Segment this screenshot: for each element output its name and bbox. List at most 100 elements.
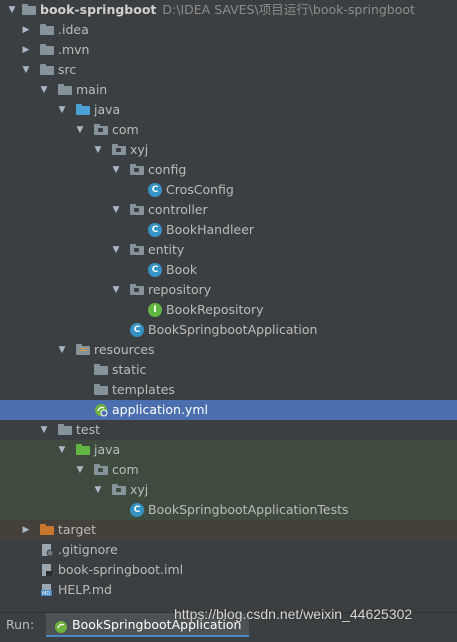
tree-row-src[interactable]: ▼ src <box>0 60 457 80</box>
tree-row-com-main[interactable]: ▼ com <box>0 120 457 140</box>
tree-label-iml: book-springboot.iml <box>58 562 184 577</box>
tree-label-cros-config: CrosConfig <box>166 182 234 197</box>
chevron-down-icon[interactable]: ▼ <box>56 340 68 360</box>
tree-row-book-handler[interactable]: C BookHandleer <box>0 220 457 240</box>
tree-row-application-yml[interactable]: application.yml <box>0 400 457 420</box>
chevron-right-icon[interactable]: ▶ <box>20 520 32 540</box>
tree-label-com-main: com <box>112 122 139 137</box>
tree-label-static: static <box>112 362 147 377</box>
tree-row-static[interactable]: static <box>0 360 457 380</box>
tree-row-main[interactable]: ▼ main <box>0 80 457 100</box>
tree-row-idea[interactable]: ▶ .idea <box>0 20 457 40</box>
chevron-right-icon[interactable]: ▶ <box>20 20 32 40</box>
folder-icon <box>58 424 72 435</box>
run-label: Run: <box>6 617 35 632</box>
tree-row-java-test[interactable]: ▼ java <box>0 440 457 460</box>
chevron-down-icon[interactable]: ▼ <box>74 120 86 140</box>
package-icon <box>112 144 126 155</box>
class-icon: C <box>148 183 162 197</box>
package-icon <box>130 244 144 255</box>
chevron-down-icon[interactable]: ▼ <box>92 480 104 500</box>
chevron-down-icon[interactable]: ▼ <box>56 100 68 120</box>
tree-row-templates[interactable]: templates <box>0 380 457 400</box>
tree-row-target[interactable]: ▶ target <box>0 520 457 540</box>
tree-row-xyj-main[interactable]: ▼ xyj <box>0 140 457 160</box>
tree-label-xyj-main: xyj <box>130 142 149 157</box>
chevron-down-icon[interactable]: ▼ <box>74 460 86 480</box>
chevron-right-icon[interactable]: ▶ <box>20 40 32 60</box>
tree-label-idea: .idea <box>58 22 89 37</box>
chevron-down-icon[interactable]: ▼ <box>92 140 104 160</box>
tree-label-src: src <box>58 62 77 77</box>
tree-row-cros-config[interactable]: C CrosConfig <box>0 180 457 200</box>
module-folder-icon <box>22 4 36 15</box>
tree-label-app-class: BookSpringbootApplication <box>148 322 318 337</box>
chevron-down-icon[interactable]: ▼ <box>6 0 18 20</box>
tree-label-help: HELP.md <box>58 582 112 597</box>
tree-label-main: main <box>76 82 108 97</box>
tree-row-help[interactable]: MD HELP.md <box>0 580 457 600</box>
interface-icon: I <box>148 303 162 317</box>
tree-label-com-test: com <box>112 462 139 477</box>
package-icon <box>112 484 126 495</box>
tree-row-xyj-test[interactable]: ▼ xyj <box>0 480 457 500</box>
folder-icon <box>40 44 54 55</box>
tree-row-book-repository[interactable]: I BookRepository <box>0 300 457 320</box>
excluded-folder-icon <box>40 524 54 535</box>
folder-icon <box>94 364 108 375</box>
tree-row-mvn[interactable]: ▶ .mvn <box>0 40 457 60</box>
chevron-down-icon[interactable]: ▼ <box>56 440 68 460</box>
tree-label-gitignore: .gitignore <box>58 542 118 557</box>
markdown-file-icon: MD <box>40 583 54 597</box>
project-path: D:\IDEA SAVES\项目运行\book-springboot <box>162 2 415 17</box>
package-icon <box>130 164 144 175</box>
tree-label-java-test: java <box>94 442 121 457</box>
tree-label-app-tests: BookSpringbootApplicationTests <box>148 502 349 517</box>
chevron-down-icon[interactable]: ▼ <box>20 60 32 80</box>
tree-label-book-repository: BookRepository <box>166 302 264 317</box>
tree-row-com-test[interactable]: ▼ com <box>0 460 457 480</box>
tree-row-config[interactable]: ▼ config <box>0 160 457 180</box>
tree-label-resources: resources <box>94 342 155 357</box>
tree-row-controller[interactable]: ▼ controller <box>0 200 457 220</box>
module-file-icon <box>40 563 54 577</box>
folder-icon <box>58 84 72 95</box>
tree-label-repository: repository <box>148 282 212 297</box>
tree-label-entity: entity <box>148 242 185 257</box>
tree-row-java-main[interactable]: ▼ java <box>0 100 457 120</box>
tree-row-app-tests[interactable]: C BookSpringbootApplicationTests <box>0 500 457 520</box>
chevron-down-icon[interactable]: ▼ <box>110 160 122 180</box>
tree-row-test[interactable]: ▼ test <box>0 420 457 440</box>
tree-row-resources[interactable]: ▼ resources <box>0 340 457 360</box>
svg-text:MD: MD <box>42 591 50 597</box>
chevron-down-icon[interactable]: ▼ <box>38 420 50 440</box>
chevron-down-icon[interactable]: ▼ <box>38 80 50 100</box>
project-label: book-springboot D:\IDEA SAVES\项目运行\book-s… <box>40 0 415 20</box>
tree-row-repository[interactable]: ▼ repository <box>0 280 457 300</box>
folder-icon <box>40 64 54 75</box>
tree-label-application-yml: application.yml <box>112 402 208 417</box>
gitignore-file-icon <box>40 543 54 557</box>
tree-label-mvn: .mvn <box>58 42 90 57</box>
chevron-down-icon[interactable]: ▼ <box>110 200 122 220</box>
tree-label-book: Book <box>166 262 198 277</box>
resources-folder-icon <box>76 344 90 355</box>
test-source-folder-icon <box>76 444 90 455</box>
package-icon <box>94 464 108 475</box>
tree-label-target: target <box>58 522 97 537</box>
package-icon <box>130 284 144 295</box>
chevron-down-icon[interactable]: ▼ <box>110 240 122 260</box>
tree-row-app-class[interactable]: C BookSpringbootApplication <box>0 320 457 340</box>
tree-row-entity[interactable]: ▼ entity <box>0 240 457 260</box>
test-class-icon: C <box>130 503 144 517</box>
tree-row-book[interactable]: C Book <box>0 260 457 280</box>
class-icon: C <box>148 263 162 277</box>
tree-row-gitignore[interactable]: .gitignore <box>0 540 457 560</box>
chevron-down-icon[interactable]: ▼ <box>110 280 122 300</box>
source-folder-icon <box>76 104 90 115</box>
tree-row-iml[interactable]: book-springboot.iml <box>0 560 457 580</box>
folder-icon <box>40 24 54 35</box>
watermark-text: https://blog.csdn.net/weixin_44625302 <box>174 606 413 622</box>
tree-row-project-root[interactable]: ▼ book-springboot D:\IDEA SAVES\项目运行\book… <box>0 0 457 20</box>
package-icon <box>130 204 144 215</box>
